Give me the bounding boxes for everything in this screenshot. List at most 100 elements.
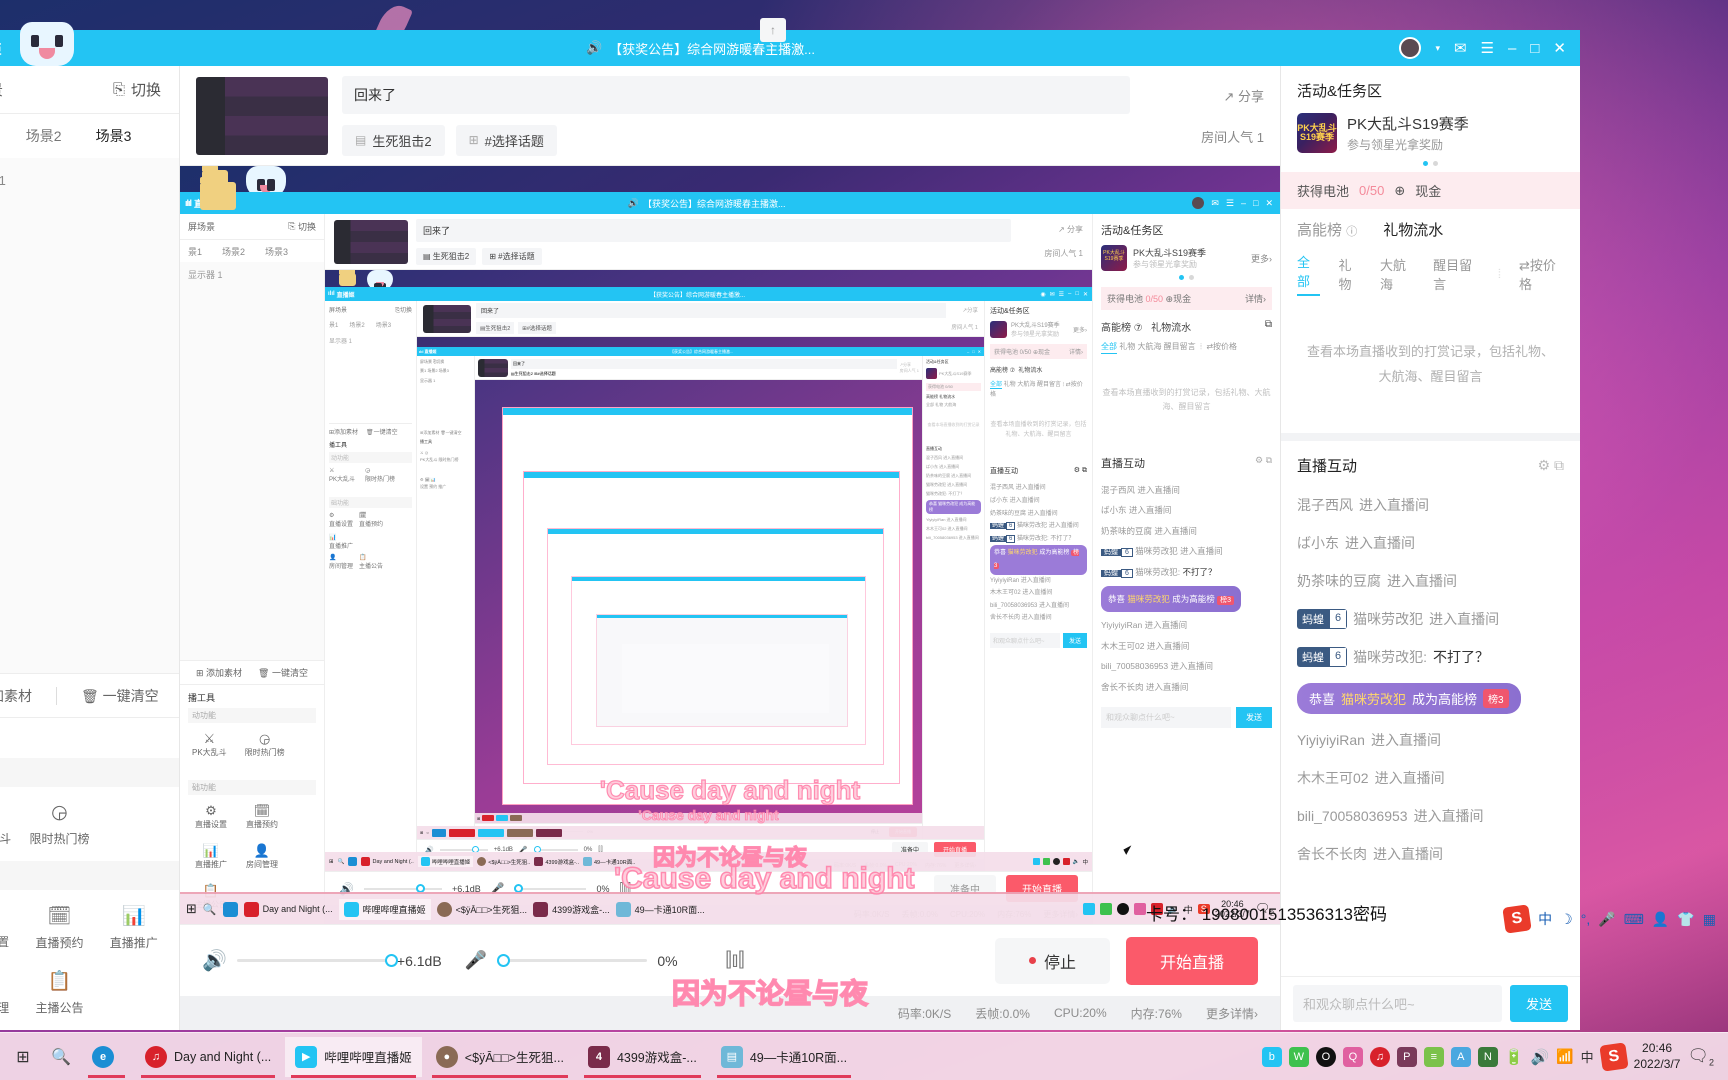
ime-lang-toggle[interactable]: 中 (1538, 909, 1552, 929)
desktop-folder-icon[interactable] (200, 177, 236, 210)
ime-emoji-icon[interactable]: °, (1581, 911, 1591, 927)
tab-gift-flow[interactable]: 礼物流水 (1383, 219, 1443, 240)
tool-pk[interactable]: ⚔ PK大乱斗 (0, 801, 22, 847)
maximize-button[interactable]: □ (1530, 41, 1539, 56)
stream-cover-thumbnail[interactable] (196, 76, 328, 155)
qq-icon[interactable]: Q (1342, 1046, 1363, 1067)
activity-item[interactable]: PK大乱斗 S19赛季 PK大乱斗S19赛季 参与领星光拿奖励 (1297, 113, 1564, 153)
nvidia-icon[interactable]: N (1477, 1046, 1498, 1067)
ime-mic-icon[interactable]: 🎤 (1598, 911, 1615, 928)
switch-icon[interactable]: ⎘ (113, 81, 125, 98)
speaker-volume-control[interactable]: 🔊 +6.1dB (202, 948, 449, 973)
tag-topic[interactable]: ⊞ #选择话题 (455, 124, 557, 156)
list-icon[interactable]: ≡ (1423, 1046, 1444, 1067)
scene-tab-2[interactable]: 场景2 (26, 126, 62, 146)
avatar[interactable] (1399, 37, 1422, 59)
announcement-area[interactable]: 🔊 【获奖公告】综合网游暖春主播激... (1, 39, 1399, 58)
gear-icon[interactable]: ⚙ (1538, 457, 1551, 473)
tool-announcement[interactable]: 📋 主播公告 (22, 969, 96, 1016)
stream-title-input[interactable]: 回来了 (342, 75, 1130, 114)
tool-room-manage[interactable]: 👤 房间管理 (0, 969, 22, 1016)
tab-high-energy[interactable]: 高能榜 ⓘ (1297, 219, 1357, 240)
obs-icon[interactable]: O (1315, 1046, 1336, 1067)
chat-settings-icons[interactable]: ⚙ ⧉ (1538, 457, 1564, 474)
nested-titlebar-2: ılıl 直播姬 【获奖公告】综合网游暖春主播激... ◉ ✉ ☰ – □ ✕ (325, 287, 1092, 301)
filter-voyage[interactable]: 大航海 (1380, 255, 1415, 293)
tool-hot-rank[interactable]: ◶ 限时热门榜 (22, 801, 96, 847)
sogou-input-icon[interactable]: S (1598, 1041, 1629, 1072)
start-live-button[interactable]: 开始直播 (1125, 936, 1258, 985)
chat-header: 直播互动 ⚙ ⧉ (1281, 441, 1580, 482)
nested-titlebar-1: ılıl直播姬 🔊【获奖公告】综合网游暖春主播激... ✉☰ –□✕ (180, 192, 1280, 214)
filter-superchat[interactable]: 醒目留言 (1433, 255, 1480, 293)
clear-all-button[interactable]: 🗑 一键清空 (81, 686, 159, 706)
wifi-icon[interactable]: 📶 (1556, 1048, 1573, 1065)
share-button[interactable]: ↗ 分享 (1223, 86, 1264, 105)
search-icon[interactable]: 🔍 (44, 1040, 78, 1074)
filter-all[interactable]: 全部 (1297, 252, 1321, 296)
source-list[interactable]: 显示器 1 (0, 158, 179, 673)
scene-tabs[interactable]: 场景1 场景2 场景3 (0, 114, 179, 158)
taskbar-clock[interactable]: 20:46 2022/3/7 (1634, 1041, 1681, 1072)
blue-icon[interactable]: A (1450, 1046, 1471, 1067)
send-button[interactable]: 发送 (1509, 985, 1568, 1022)
clock-date: 2022/3/7 (1633, 1056, 1681, 1071)
photo-icon[interactable]: P (1396, 1046, 1417, 1067)
mic-volume-track[interactable] (497, 954, 648, 967)
nested-menu-2: ☰ (1058, 291, 1064, 298)
chevron-down-icon[interactable]: ▾ (1435, 43, 1440, 54)
speaker-volume-track[interactable] (236, 954, 398, 967)
nested-task-app (496, 815, 509, 821)
taskbar-item-netease-music[interactable]: ♫ Day and Night (... (135, 1037, 281, 1078)
tool-promote[interactable]: 📊 直播推广 (97, 904, 171, 951)
taskbar-item-folder[interactable]: ▤ 49—卡通10R面... (711, 1037, 857, 1078)
chat-input-field[interactable]: 和观众聊点什么吧~ (1293, 985, 1502, 1022)
taskbar-item-bilibili-live[interactable]: ▶ 哔哩哔哩直播姬 (285, 1036, 422, 1078)
stream-preview[interactable]: ılıl直播姬 🔊【获奖公告】综合网游暖春主播激... ✉☰ –□✕ (180, 166, 1280, 924)
mixer-icon[interactable]: ⫿⫾⫿ (725, 949, 744, 972)
sort-button[interactable]: ⇄按价格 (1519, 255, 1564, 293)
carousel-dots[interactable] (1297, 161, 1564, 166)
filter-gift[interactable]: 礼物 (1338, 255, 1361, 293)
tool-settings[interactable]: ⚙ 直播设置 (0, 904, 22, 951)
taskbar-item-browser[interactable]: ● <$ÿĀ□□>生死狙... (426, 1037, 574, 1078)
tool-schedule[interactable]: 🗓 直播预约 (22, 904, 96, 951)
ime-skin-icon[interactable]: 👕 (1677, 911, 1694, 928)
ime-indicator[interactable]: 中 (1581, 1047, 1594, 1066)
hamburger-icon[interactable]: ☰ (1481, 41, 1494, 56)
ime-keyboard-icon[interactable]: ⌨ (1624, 911, 1644, 928)
tag-game[interactable]: ▤ 生死狙击2 (342, 124, 445, 156)
close-button[interactable]: ✕ (1553, 41, 1566, 56)
question-icon[interactable]: ⓘ (1346, 226, 1357, 238)
scene-tab-3[interactable]: 场景3 (96, 126, 132, 146)
bili-icon[interactable]: b (1261, 1046, 1282, 1067)
battery-task-row[interactable]: 获得电池 0/50 ⊕ 现金 (1281, 172, 1580, 209)
taskbar-item-edge[interactable]: e (82, 1037, 131, 1078)
stop-button[interactable]: 停止 (994, 937, 1110, 984)
add-source-button[interactable]: ⊞ 添加素材 (0, 686, 32, 706)
netease-icon[interactable]: ♫ (1369, 1046, 1390, 1067)
notification-icon[interactable]: 🗨2 (1687, 1046, 1714, 1067)
ime-user-icon[interactable]: 👤 (1652, 911, 1669, 928)
wechat-icon[interactable]: W (1288, 1046, 1309, 1067)
ime-apps-icon[interactable]: ▦ (1703, 911, 1716, 928)
speaker-icon[interactable]: 🔊 (202, 948, 227, 973)
upload-icon[interactable]: ↑ (760, 18, 786, 42)
source-item-monitor[interactable]: 显示器 1 (0, 170, 163, 189)
gift-tabs[interactable]: 高能榜 ⓘ 礼物流水 (1281, 209, 1580, 240)
ime-floating-bar[interactable]: S 中 ☽ °, 🎤 ⌨ 👤 👕 ▦ (1502, 904, 1716, 934)
battery-icon[interactable]: 🔋 (1505, 1048, 1524, 1066)
more-details-link[interactable]: 更多详情› (1206, 1005, 1258, 1022)
windows-start-button[interactable]: ⊞ (6, 1040, 40, 1074)
popout-icon[interactable]: ⧉ (1554, 457, 1564, 473)
mail-icon[interactable]: ✉ (1454, 41, 1467, 56)
switch-label[interactable]: 切换 (131, 79, 161, 100)
taskbar-item-4399[interactable]: 4 4399游戏盒-... (578, 1037, 707, 1078)
microphone-icon[interactable]: 🎤 (465, 950, 487, 971)
nested-window-6 (546, 528, 884, 765)
gift-filters[interactable]: 全部 礼物 大航海 醒目留言 ⦙ ⇄按价格 (1281, 240, 1580, 296)
minimize-button[interactable]: – (1508, 41, 1516, 56)
ime-moon-icon[interactable]: ☽ (1560, 911, 1573, 928)
volume-icon[interactable]: 🔊 (1531, 1048, 1550, 1066)
mic-volume-control[interactable]: 🎤 0% (465, 950, 709, 971)
